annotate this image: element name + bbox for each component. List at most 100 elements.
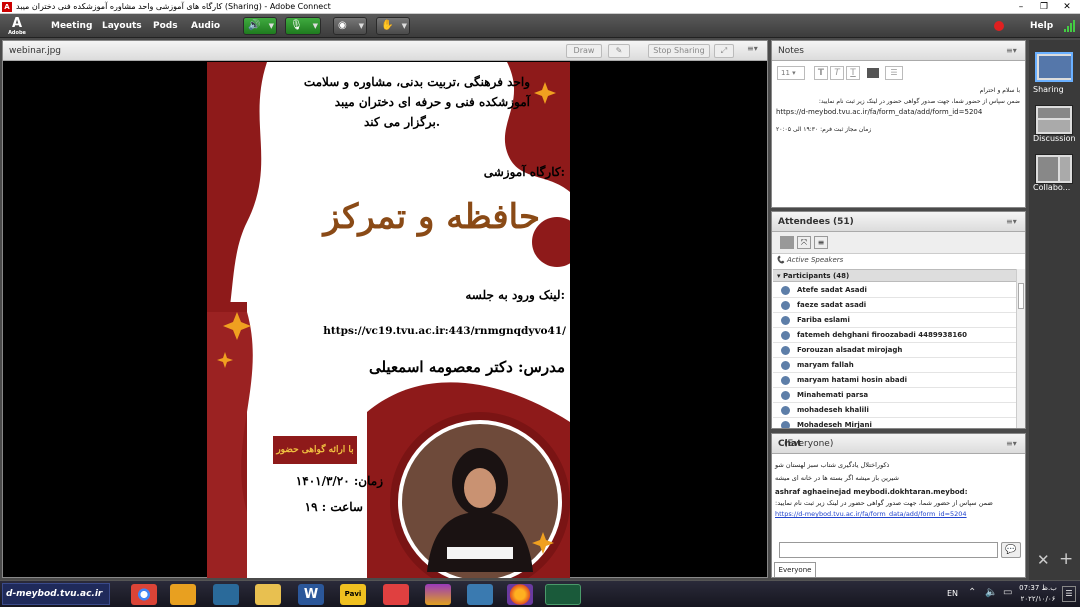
microphone-button[interactable]: 🎙 ▼ [285,17,321,35]
webinar-poster: واحد فرهنگی ،تربیت بدنی، مشاوره و سلامت … [207,62,570,578]
volume-tray-icon[interactable]: 🔈 [985,587,997,598]
delete-layout-icon[interactable]: ✕ [1037,551,1050,569]
anydesk-icon[interactable] [383,584,409,605]
poster-workshop-label: کارگاه آموزشی: [483,165,565,179]
chat-input[interactable] [779,542,998,558]
layout-collaboration-thumbnail[interactable] [1035,154,1073,184]
italic-icon[interactable]: T [830,66,844,80]
adobe-connect-taskbar-icon[interactable] [545,584,581,605]
poster-workshop-title: حافظه و تمرکز [323,197,540,237]
underline-icon[interactable]: T [846,66,860,80]
game-icon[interactable] [425,584,451,605]
speech-bubble-icon: 💬 [1005,545,1017,555]
active-speakers-row: 📞 Active Speakers [776,256,844,264]
attendees-pod-title: Attendees (51) [778,217,854,227]
participant-row[interactable]: Minahemati parsa [773,388,1016,403]
bold-icon[interactable]: T [814,66,828,80]
attendees-toolbar: ⤧ ≡ [772,232,1025,254]
participant-row[interactable]: Atefe sadat Asadi [773,283,1016,298]
menu-audio[interactable]: Audio [191,14,220,38]
app-cube-icon[interactable] [467,584,493,605]
notes-link[interactable]: https://d-meybod.tvu.ac.ir/fa/form_data/… [776,107,1020,118]
participants-group-header[interactable]: ▾ Participants (48) [773,269,1016,282]
chat-send-button[interactable]: 💬 [1001,542,1021,558]
menu-help[interactable]: Help [1030,14,1053,38]
participant-name: fatemeh dehghani firoozabadi 4489938160 [797,331,967,339]
pictures-icon[interactable] [213,584,239,605]
raise-hand-button[interactable]: ✋ ▼ [376,17,410,35]
chat-pod-title: Chat (Everyone) [778,439,834,449]
system-clock[interactable]: 07:37 ب.ظ ۲۰۲۲/۱۰/۰۶ [1018,583,1058,605]
file-explorer-icon[interactable] [255,584,281,605]
notifications-icon[interactable]: ☰ [1062,586,1076,602]
participant-row[interactable]: Forouzan alsadat mirojagh [773,343,1016,358]
pavi-icon[interactable]: Pavi [340,584,366,605]
notes-pod-menu-icon[interactable]: ≡▾ [1006,46,1017,55]
chat-tab-everyone[interactable]: Everyone [774,562,816,577]
fullscreen-icon[interactable]: ⤢ [714,44,734,58]
poster-header-line-3: برگزار می کند. [363,115,440,129]
chat-message-3-text: ضمن سپاس از حضور شما، جهت صدور گواهی حضو… [775,499,993,507]
chat-pod-header: Chat (Everyone) ≡▾ [772,434,1025,454]
participant-row[interactable]: maryam hatami hosin abadi [773,373,1016,388]
menu-layouts[interactable]: Layouts [102,14,142,38]
word-icon[interactable]: W [298,584,324,605]
participant-avatar-icon [781,376,790,385]
clock-time: 07:37 ب.ظ [1019,584,1057,592]
webcam-icon: ◉ [338,20,347,31]
network-tray-icon[interactable]: ▭ [1003,587,1012,598]
text-color-icon[interactable] [867,68,879,78]
notes-pod-title: Notes [778,46,804,56]
participant-row[interactable]: mohadeseh khalili [773,403,1016,418]
layout-discussion-label[interactable]: Discussion [1033,134,1079,143]
notes-pod: Notes ≡▾ 11 ▾ T T T ☰ با سلام و احترام ض… [771,40,1026,208]
chat-message-3-link[interactable]: https://d-meybod.tvu.ac.ir/fa/form_data/… [775,509,1015,520]
participant-avatar-icon [781,331,790,340]
attendees-pod-menu-icon[interactable]: ≡▾ [1006,217,1017,226]
status-view-icon[interactable]: ≡ [814,236,828,249]
attendees-scrollbar[interactable] [1016,269,1025,428]
participant-row[interactable]: faeze sadat asadi [773,298,1016,313]
notes-pod-header: Notes ≡▾ [772,41,1025,61]
attendees-pod-header: Attendees (51) ≡▾ [772,212,1025,232]
layout-collaboration-label[interactable]: Collabo... [1033,183,1079,192]
participant-name: mohadeseh khalili [797,406,869,414]
participant-row[interactable]: fatemeh dehghani firoozabadi 4489938160 [773,328,1016,343]
language-indicator[interactable]: EN [947,589,958,598]
font-size-select[interactable]: 11 ▾ [777,66,805,80]
list-view-icon[interactable] [780,236,794,249]
share-pod-title: webinar.jpg [9,46,61,56]
bullet-list-icon[interactable]: ☰ [885,66,903,80]
participant-name: maryam fallah [797,361,854,369]
media-player-icon[interactable] [170,584,196,605]
close-button[interactable]: ✕ [1056,0,1078,14]
notes-content[interactable]: با سلام و احترام ضمن سپاس از حضور شما، ج… [776,85,1020,135]
speaker-button[interactable]: 🔊 ▼ [243,17,277,35]
chat-pod-menu-icon[interactable]: ≡▾ [1006,439,1017,448]
instructor-photo-icon [427,448,533,572]
chrome-icon[interactable] [131,584,157,605]
minimize-button[interactable]: – [1010,0,1032,14]
add-layout-icon[interactable]: + [1059,549,1073,569]
attendees-pod: Attendees (51) ≡▾ ⤧ ≡ 📞 Active Speakers … [771,211,1026,429]
poster-link-url: https://vc19.tvu.ac.ir:443/rnmgnqdyvo41/ [323,325,566,337]
webcam-button[interactable]: ◉ ▼ [333,17,367,35]
layout-sharing-label[interactable]: Sharing [1033,85,1079,94]
recording-indicator-icon[interactable] [994,21,1004,31]
expand-view-icon[interactable]: ⤧ [797,236,811,249]
participant-row[interactable]: maryam fallah [773,358,1016,373]
maximize-button[interactable]: ❐ [1033,0,1055,14]
draw-button[interactable]: Draw [566,44,602,58]
stop-sharing-button[interactable]: Stop Sharing [648,44,710,58]
menu-pods[interactable]: Pods [153,14,178,38]
layout-sharing-thumbnail[interactable] [1035,52,1073,82]
menu-meeting[interactable]: Meeting [51,14,92,38]
firefox-icon[interactable] [507,584,533,605]
share-pod-menu-icon[interactable]: ≡▾ [747,44,758,53]
tray-chevron-icon[interactable]: ⌃ [968,587,976,598]
participant-row[interactable]: Mohadeseh Mirjani [773,418,1016,428]
participant-name: Forouzan alsadat mirojagh [797,346,903,354]
participant-row[interactable]: Fariba eslami [773,313,1016,328]
layout-discussion-thumbnail[interactable] [1035,105,1073,135]
annotate-icon[interactable]: ✎ [608,44,630,58]
